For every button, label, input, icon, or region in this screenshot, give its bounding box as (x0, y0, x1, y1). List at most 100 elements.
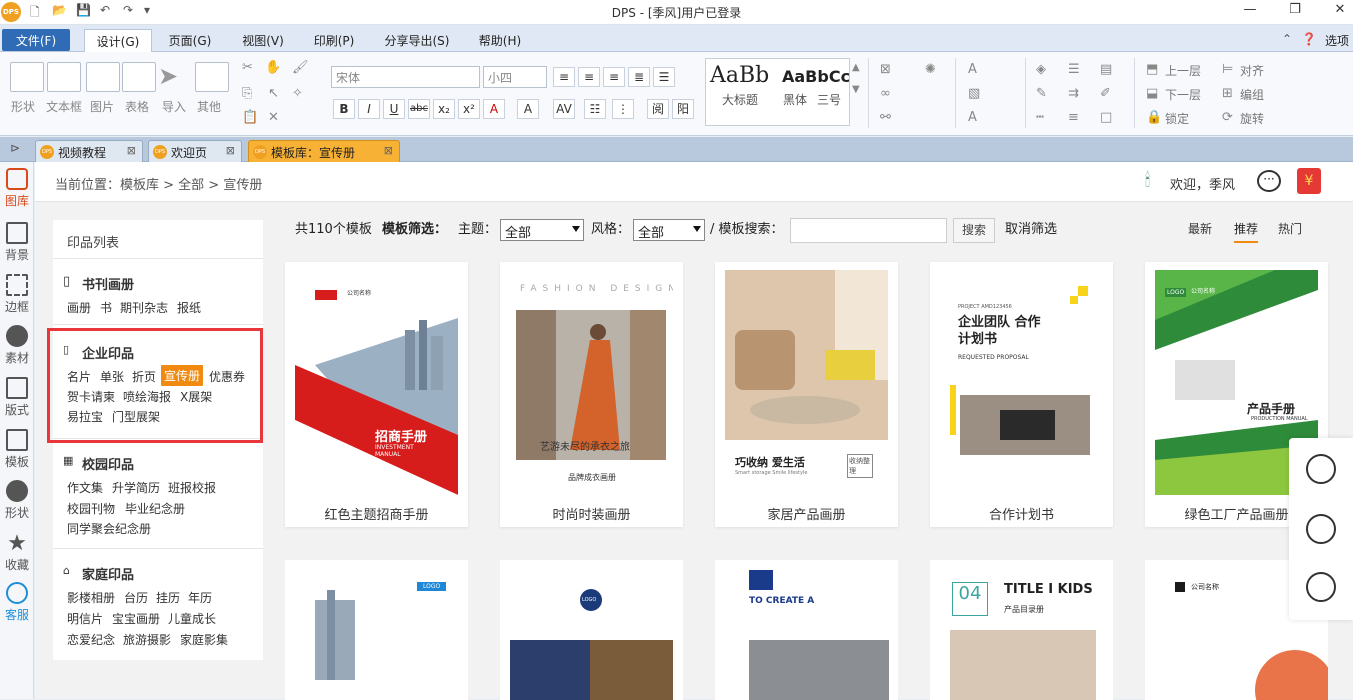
vertical-text-icon[interactable]: 阅 (647, 99, 669, 119)
tab-share-export[interactable]: 分享导出(S) (375, 29, 459, 51)
tab-design[interactable]: 设计(G) (84, 29, 152, 53)
collapse-ribbon-icon[interactable]: ⌃ (1280, 29, 1294, 51)
headset-icon[interactable] (1306, 572, 1336, 602)
import-icon[interactable]: ➤ (158, 62, 192, 92)
other-button-label[interactable]: 其他 (197, 98, 221, 115)
copy-icon[interactable]: ⎘ (242, 86, 252, 101)
link-travel-photo[interactable]: 旅游摄影 (123, 631, 171, 648)
style-scroll-up-icon[interactable]: ▲ (852, 62, 860, 73)
help-icon[interactable]: ❓ (1300, 29, 1318, 51)
select-icon[interactable]: ↖ (268, 86, 279, 101)
crop-icon[interactable]: ⊠ (880, 62, 891, 77)
link-baby-album[interactable]: 宝宝画册 (112, 610, 160, 627)
tab-page[interactable]: 页面(G) (160, 29, 220, 51)
lock-button[interactable]: 锁定 (1165, 110, 1189, 127)
search-input[interactable] (790, 218, 947, 243)
link-wall-calendar[interactable]: 挂历 (156, 589, 180, 606)
tab-print[interactable]: 印刷(P) (304, 29, 364, 51)
template-card[interactable]: 巧收纳 爱生活 Smart storage Smile lifestyle 收纳… (715, 262, 898, 527)
italic-icon[interactable]: I (358, 99, 380, 119)
lock-icon[interactable]: 🔒 (1146, 110, 1162, 125)
link-resume[interactable]: 升学简历 (112, 479, 160, 496)
strikethrough-icon[interactable]: abc (408, 99, 430, 119)
nav-favorites[interactable]: ★ 收藏 (0, 532, 34, 573)
nav-shape[interactable]: 形状 (0, 480, 34, 521)
link-studio-album[interactable]: 影楼相册 (67, 589, 115, 606)
image-icon[interactable] (86, 62, 120, 92)
bring-forward-button[interactable]: 上一层 (1165, 62, 1201, 79)
panel-toggle-icon[interactable]: ⊳ (10, 141, 20, 155)
style-gallery[interactable]: AaBb AaBbCc 大标题 黑体 三号 (705, 58, 850, 126)
link-newspaper[interactable]: 报纸 (177, 299, 201, 316)
wechat-icon[interactable] (1306, 514, 1336, 544)
format-painter-icon[interactable]: 🖌 (292, 60, 309, 75)
arrow-style-icon[interactable]: ⇉ (1068, 86, 1079, 101)
group-icon[interactable]: ⊞ (1222, 86, 1233, 101)
effects-icon[interactable]: ✺ (925, 62, 936, 77)
link-magazine[interactable]: 期刊杂志 (120, 299, 168, 316)
style-select[interactable]: 全部 (633, 219, 705, 241)
link-album[interactable]: 画册 (67, 299, 91, 316)
minimize-icon[interactable]: — (1235, 2, 1265, 22)
red-envelope-icon[interactable]: ¥ (1297, 168, 1321, 194)
unlink-icon[interactable]: ⚯ (880, 110, 891, 125)
underline-icon[interactable]: U (383, 99, 405, 119)
rotate-icon[interactable]: ⟳ (1222, 110, 1233, 125)
restore-icon[interactable]: ❐ (1280, 2, 1310, 22)
theme-select[interactable]: 全部 (500, 219, 584, 241)
font-size-select[interactable]: 小四 (483, 66, 547, 88)
border-icon[interactable]: □ (1100, 110, 1112, 125)
list-icon[interactable]: ☷ (584, 99, 606, 119)
import-button-label[interactable]: 导入 (162, 98, 186, 115)
textbox-button-label[interactable]: 文本框 (46, 98, 82, 115)
link-school-paper[interactable]: 班报校报 (168, 479, 216, 496)
message-icon[interactable]: ··· (1257, 170, 1281, 192)
align-center-icon[interactable]: ≡ (578, 67, 600, 87)
link-graduation[interactable]: 毕业纪念册 (125, 500, 185, 517)
line-color-icon[interactable]: ✎ (1036, 86, 1047, 101)
style-scroll-down-icon[interactable]: ▼ (852, 84, 860, 95)
close-icon[interactable]: ✕ (1325, 2, 1353, 22)
template-card[interactable]: LOGO (285, 560, 468, 700)
textbox-icon[interactable] (47, 62, 81, 92)
other-icon[interactable] (195, 62, 229, 92)
group-button[interactable]: 编组 (1240, 86, 1264, 103)
shape-icon[interactable] (10, 62, 44, 92)
justify-icon[interactable]: ≣ (628, 67, 650, 87)
nav-template[interactable]: 模板 (0, 429, 34, 470)
template-card[interactable]: FASHION DESIGN 艺游未尽的承衣之旅 品牌成衣画册 时尚时装画册 (500, 262, 683, 527)
align-right-icon[interactable]: ≡ (603, 67, 625, 87)
nav-background[interactable]: 背景 (0, 222, 34, 263)
send-backward-button[interactable]: 下一层 (1165, 86, 1201, 103)
sort-latest[interactable]: 最新 (1188, 220, 1212, 237)
template-card[interactable]: TO CREATE A (715, 560, 898, 700)
doc-tab-template-library[interactable]: DPS 模板库：宣传册 ⊠ (248, 140, 400, 162)
picture-effect-icon[interactable]: ▧ (968, 86, 980, 101)
close-tab-icon[interactable]: ⊠ (384, 144, 393, 157)
distribute-icon[interactable]: ☰ (653, 67, 675, 87)
link-essays[interactable]: 作文集 (67, 479, 103, 496)
tab-view[interactable]: 视图(V) (233, 29, 293, 51)
font-name-select[interactable]: 宋体 (331, 66, 480, 88)
file-menu[interactable]: 文件(F) (2, 29, 70, 51)
table-button-label[interactable]: 表格 (125, 98, 149, 115)
table-icon[interactable] (122, 62, 156, 92)
dash-icon[interactable]: ┅ (1036, 110, 1044, 125)
link-family-album[interactable]: 家庭影集 (180, 631, 228, 648)
image-button-label[interactable]: 图片 (90, 98, 114, 115)
template-card[interactable]: PROJECT AMD123456 企业团队 合作计划书 REQUESTED P… (930, 262, 1113, 527)
subscript-icon[interactable]: x₂ (433, 99, 455, 119)
template-card[interactable]: LOGO (500, 560, 683, 700)
align-icon[interactable]: ⊨ (1222, 62, 1233, 77)
close-tab-icon[interactable]: ⊠ (127, 144, 136, 157)
align-left-icon[interactable]: ≡ (553, 67, 575, 87)
shadow-icon[interactable]: A (968, 110, 977, 125)
tab-help[interactable]: 帮助(H) (470, 29, 530, 51)
paste-icon[interactable]: 📋 (242, 110, 258, 125)
search-button[interactable]: 搜索 (953, 218, 995, 243)
bring-forward-icon[interactable]: ⬒ (1146, 62, 1158, 77)
paragraph-icon[interactable]: ⋮ (612, 99, 634, 119)
font-color-icon[interactable]: A (483, 99, 505, 119)
line-spacing-icon[interactable]: AV (553, 99, 575, 119)
link-school-journal[interactable]: 校园刊物 (67, 500, 115, 517)
